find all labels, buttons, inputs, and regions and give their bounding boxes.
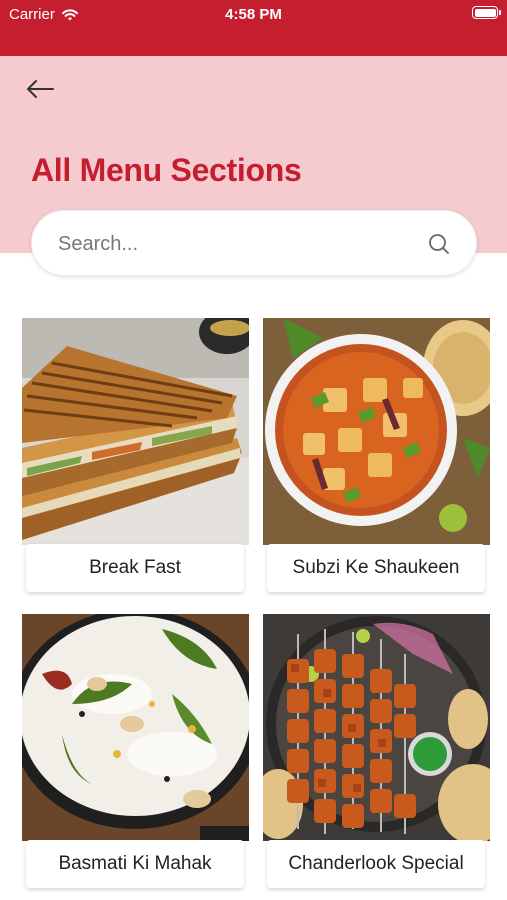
menu-section-label: Basmati Ki Mahak <box>26 840 244 888</box>
chanderlook-image <box>263 614 490 841</box>
status-bar: Carrier 4:58 PM <box>0 0 507 56</box>
subzi-image <box>263 318 490 545</box>
battery-icon <box>472 6 501 19</box>
search-input[interactable] <box>56 211 440 277</box>
menu-section-card-basmati-ki-mahak[interactable]: Basmati Ki Mahak <box>22 614 249 891</box>
menu-section-card-subzi-ke-shaukeen[interactable]: Subzi Ke Shaukeen <box>263 318 490 595</box>
menu-section-label: Subzi Ke Shaukeen <box>267 544 485 592</box>
search-bar <box>31 210 477 277</box>
menu-section-card-chanderlook-special[interactable]: Chanderlook Special <box>263 614 490 891</box>
menu-section-label: Break Fast <box>26 544 244 592</box>
menu-section-card-break-fast[interactable]: Break Fast <box>22 318 249 595</box>
menu-section-label: Chanderlook Special <box>267 840 485 888</box>
breakfast-image <box>22 318 249 545</box>
back-button[interactable] <box>22 74 58 104</box>
basmati-image <box>22 614 249 841</box>
status-time: 4:58 PM <box>225 6 282 23</box>
page-title: All Menu Sections <box>31 152 302 188</box>
search-icon[interactable] <box>428 233 450 255</box>
arrow-left-icon <box>27 80 54 98</box>
